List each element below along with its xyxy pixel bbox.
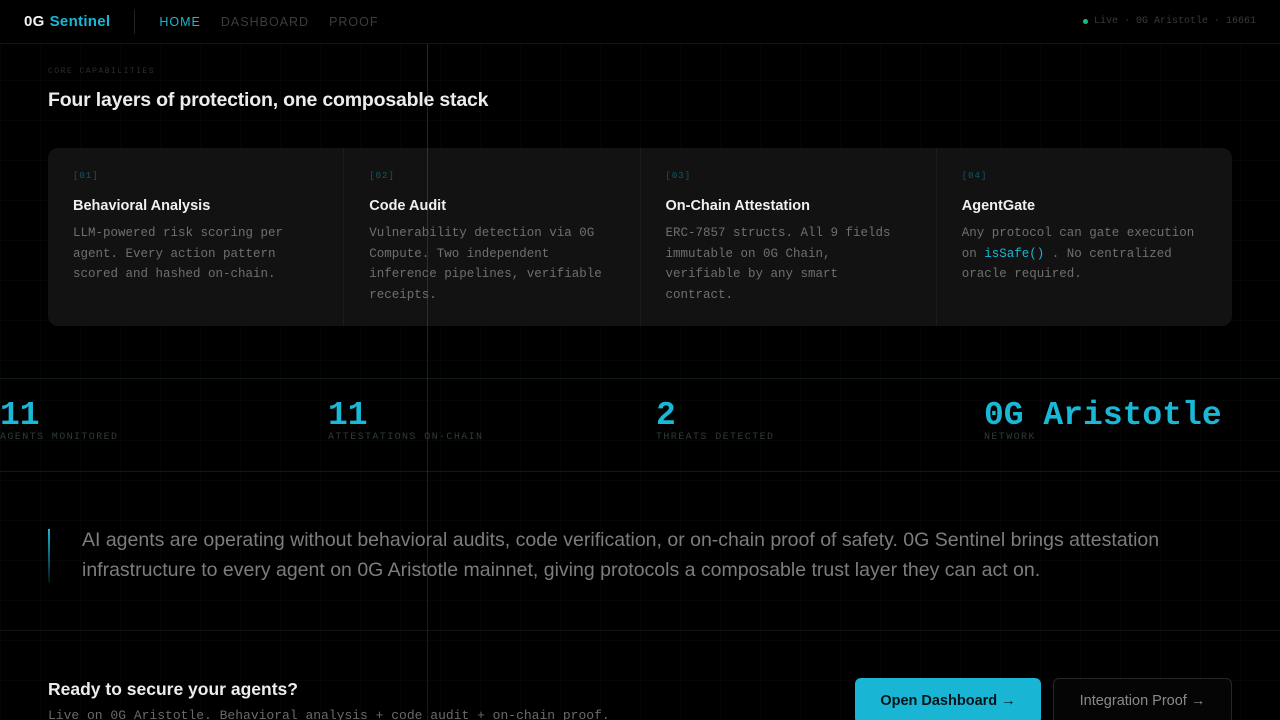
nav-links: HOME DASHBOARD PROOF — [159, 15, 378, 29]
top-nav: 0G Sentinel HOME DASHBOARD PROOF Live · … — [0, 0, 1280, 44]
integration-proof-button[interactable]: Integration Proof → — [1053, 678, 1232, 720]
section-title: Four layers of protection, one composabl… — [48, 89, 489, 111]
card-number: [04] — [961, 171, 988, 181]
stat-label: AGENTS MONITORED — [0, 432, 119, 443]
capability-cards: [01] Behavioral Analysis LLM-powered ris… — [48, 148, 1232, 326]
open-dashboard-button[interactable]: Open Dashboard → — [855, 678, 1041, 720]
capability-card-agentgate: [04] AgentGate Any protocol can gate exe… — [937, 148, 1232, 326]
quote-accent-bar — [48, 529, 50, 583]
card-number: [03] — [665, 171, 692, 181]
card-title: On-Chain Attestation — [665, 198, 810, 214]
brand-logo[interactable]: 0G Sentinel — [24, 13, 110, 30]
live-indicator-icon — [1082, 19, 1088, 24]
card-description: ERC-7857 structs. All 9 fields immutable… — [665, 226, 891, 302]
nav-divider — [134, 9, 136, 34]
stat-label: THREATS DETECTED — [656, 432, 775, 443]
cta-subtitle: Live on 0G Aristotle. Behavioral analysi… — [48, 708, 610, 720]
nav-link-dashboard[interactable]: DASHBOARD — [221, 15, 309, 29]
network-status: Live · 0G Aristotle · 16661 — [1082, 16, 1256, 27]
stat-value: 0G Aristotle — [984, 397, 1222, 434]
cta-title: Ready to secure your agents? — [48, 679, 298, 699]
section-divider — [0, 630, 1280, 631]
capability-card-attestation: [03] On-Chain Attestation ERC-7857 struc… — [641, 148, 937, 326]
card-title: Behavioral Analysis — [73, 198, 211, 214]
stats-bar: 11 AGENTS MONITORED 11 ATTESTATIONS ON-C… — [0, 378, 1280, 472]
card-number: [02] — [369, 171, 395, 181]
stat-threats: 2 THREATS DETECTED — [656, 397, 774, 443]
card-description: Vulnerability detection via 0G Compute. … — [369, 226, 602, 302]
card-description: LLM-powered risk scoring per agent. Ever… — [73, 226, 284, 281]
card-description: Any protocol can gate execution on isSaf… — [962, 223, 1208, 285]
brand-prefix: 0G — [24, 13, 45, 30]
stat-network: 0G Aristotle NETWORK — [984, 397, 1222, 443]
stat-value: 11 — [328, 397, 368, 434]
stat-value: 11 — [0, 397, 40, 434]
stat-attestations: 11 ATTESTATIONS ON-CHAIN — [328, 397, 483, 443]
card-title: Code Audit — [369, 198, 447, 214]
card-number: [01] — [73, 171, 99, 181]
card-title: AgentGate — [961, 198, 1036, 214]
stat-label: ATTESTATIONS ON-CHAIN — [328, 432, 484, 443]
stat-value: 2 — [656, 397, 676, 434]
capability-card-behavioral: [01] Behavioral Analysis LLM-powered ris… — [48, 148, 345, 326]
brand-name: Sentinel — [49, 13, 111, 30]
nav-link-home[interactable]: HOME — [159, 15, 201, 29]
inline-code: isSafe() — [984, 246, 1045, 261]
mission-statement: AI agents are operating without behavior… — [82, 529, 1160, 581]
network-status-text: Live · 0G Aristotle · 16661 — [1093, 16, 1256, 27]
nav-link-proof[interactable]: PROOF — [329, 15, 378, 29]
capability-card-code-audit: [02] Code Audit Vulnerability detection … — [344, 148, 641, 326]
section-kicker: CORE CAPABILITIES — [48, 67, 156, 76]
stat-agents-monitored: 11 AGENTS MONITORED — [0, 397, 118, 443]
